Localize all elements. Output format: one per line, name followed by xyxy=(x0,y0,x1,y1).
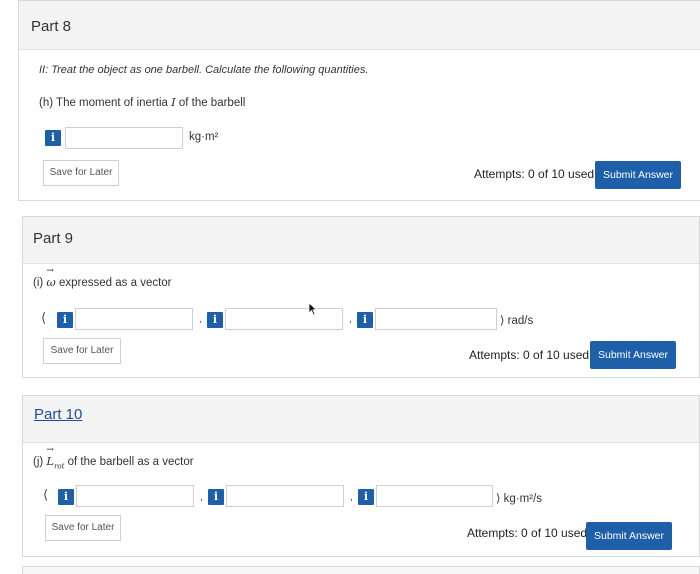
open-bracket: ⟨ xyxy=(41,310,47,325)
part10-header: Part 10 xyxy=(23,396,699,443)
info-icon[interactable]: i xyxy=(58,489,74,505)
vector-arrow-icon: → xyxy=(46,445,54,455)
inertia-answer-field[interactable] xyxy=(65,127,183,149)
separator: , xyxy=(199,314,202,325)
lrot-unit: ⟩ kg·m²/s xyxy=(496,493,543,505)
angular-momentum-vector-symbol: Lrot → xyxy=(46,445,65,471)
lrot-x-field[interactable] xyxy=(76,485,194,507)
omega-x-field[interactable] xyxy=(75,308,193,330)
vector-arrow-icon: → xyxy=(46,266,54,276)
omega-z-field[interactable] xyxy=(375,308,497,330)
submit-answer-button[interactable]: Submit Answer xyxy=(586,522,672,550)
lrot-y-field[interactable] xyxy=(226,485,344,507)
omega-y-field[interactable] xyxy=(225,308,343,330)
info-icon[interactable]: i xyxy=(207,312,223,328)
omega-vector-symbol: ω → xyxy=(46,266,56,289)
omega-unit: ⟩ rad/s xyxy=(500,315,534,327)
lrot-z-field[interactable] xyxy=(376,485,493,507)
info-icon[interactable]: i xyxy=(45,130,61,146)
separator: , xyxy=(200,492,203,503)
part8-title: Part 8 xyxy=(31,18,72,35)
info-icon[interactable]: i xyxy=(357,312,373,328)
save-for-later-button[interactable]: Save for Later xyxy=(43,338,121,364)
part10-title[interactable]: Part 10 xyxy=(34,406,82,423)
mouse-cursor-icon xyxy=(308,302,318,316)
part10-card: Part 10 (j) Lrot → of the barbell as a ve… xyxy=(22,395,700,557)
part8-instruction: II: Treat the object as one barbell. Cal… xyxy=(39,64,369,76)
part9-question: (i) ω → expressed as a vector xyxy=(33,266,172,289)
attempts-counter: Attempts: 0 of 10 used xyxy=(467,526,588,540)
part8-question: (h) The moment of inertia I of the barbe… xyxy=(39,95,246,109)
save-for-later-button[interactable]: Save for Later xyxy=(45,515,121,541)
info-icon[interactable]: i xyxy=(208,489,224,505)
inertia-unit: kg·m² xyxy=(189,131,219,143)
part10-question: (j) Lrot → of the barbell as a vector xyxy=(33,445,194,471)
separator: , xyxy=(350,492,353,503)
save-for-later-button[interactable]: Save for Later xyxy=(43,160,119,186)
part8-header: Part 8 xyxy=(19,1,700,50)
part9-header: Part 9 xyxy=(23,217,699,264)
submit-answer-button[interactable]: Submit Answer xyxy=(595,161,681,189)
part8-card: Part 8 II: Treat the object as one barbe… xyxy=(18,0,700,201)
attempts-counter: Attempts: 0 of 10 used xyxy=(474,167,595,181)
attempts-counter: Attempts: 0 of 10 used xyxy=(469,348,590,362)
submit-answer-button[interactable]: Submit Answer xyxy=(590,341,676,369)
info-icon[interactable]: i xyxy=(358,489,374,505)
part9-title: Part 9 xyxy=(33,230,74,247)
open-bracket: ⟨ xyxy=(43,487,49,502)
part9-card: Part 9 (i) ω → expressed as a vector ⟨ i … xyxy=(22,216,700,378)
info-icon[interactable]: i xyxy=(57,312,73,328)
separator: , xyxy=(349,314,352,325)
